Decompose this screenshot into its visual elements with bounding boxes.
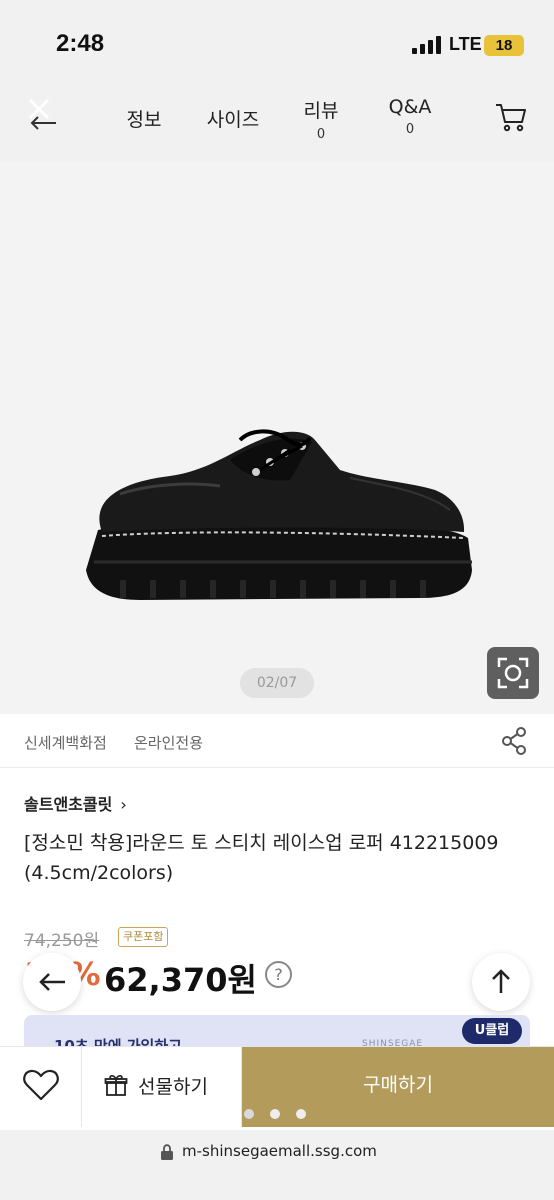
status-bar: 2:48 LTE 18 <box>0 0 554 90</box>
battery-icon: 18 <box>484 35 524 56</box>
tab-review[interactable]: 리뷰 0 <box>298 96 344 142</box>
signal-icon <box>412 36 442 54</box>
tab-qna-label: Q&A <box>388 96 432 118</box>
url-text: m-shinsegaemall.ssg.com <box>182 1142 377 1160</box>
share-icon[interactable] <box>500 726 528 756</box>
network-type: LTE <box>449 34 482 54</box>
cart-icon[interactable] <box>494 102 528 132</box>
gift-label: 선물하기 <box>138 1076 208 1098</box>
back-close-icon[interactable] <box>22 94 62 134</box>
chevron-right-icon: › <box>120 795 127 814</box>
store-info-row: 신세계백화점 온라인전용 <box>0 714 554 768</box>
tab-size-label: 사이즈 <box>206 109 260 131</box>
page-dot <box>270 1109 280 1119</box>
page-dot <box>296 1109 306 1119</box>
scroll-top-button[interactable] <box>472 953 530 1011</box>
product-nav: 정보 사이즈 리뷰 0 Q&A 0 <box>0 90 554 162</box>
status-time: 2:48 <box>56 30 105 57</box>
brand-name: 솔트앤초콜릿 <box>24 795 113 814</box>
tab-info-label: 정보 <box>126 109 162 131</box>
coupon-included-badge: 쿠폰포함 <box>118 927 169 947</box>
store-name[interactable]: 신세계백화점 <box>24 732 107 753</box>
product-shoe-image <box>86 429 472 600</box>
arrow-left-icon <box>39 973 65 991</box>
gift-icon <box>104 1075 128 1096</box>
tab-qna[interactable]: Q&A 0 <box>383 96 437 137</box>
buy-button[interactable]: 구매하기 <box>242 1047 554 1127</box>
back-arrow-button[interactable] <box>23 953 81 1011</box>
page-dot-active <box>244 1109 254 1119</box>
tab-size[interactable]: 사이즈 <box>200 105 266 132</box>
tab-review-count: 0 <box>316 127 326 142</box>
tab-qna-count: 0 <box>405 122 415 137</box>
browser-url-bar[interactable]: m-shinsegaemall.ssg.com <box>0 1130 554 1200</box>
heart-icon <box>23 1069 59 1101</box>
camera-search-icon[interactable] <box>487 647 539 699</box>
gallery-page-indicator: 02/07 <box>240 668 314 698</box>
original-price: 74,250원 <box>24 931 100 951</box>
brand-link[interactable]: 솔트앤초콜릿 › <box>24 791 127 815</box>
product-title: [정소민 착용]라운드 토 스티치 레이스업 로퍼 412215009 (4.5… <box>24 832 499 884</box>
bottom-action-bar: 선물하기 구매하기 <box>0 1046 554 1130</box>
product-image-gallery[interactable]: 02/07 <box>0 162 554 714</box>
tab-review-label: 리뷰 <box>303 100 339 122</box>
sale-price: 62,370원 <box>104 961 257 999</box>
uclub-badge: U클럽 <box>462 1018 522 1044</box>
wishlist-button[interactable] <box>0 1047 82 1127</box>
online-only-tag: 온라인전용 <box>134 734 204 752</box>
price-help-icon[interactable]: ? <box>265 961 292 988</box>
tab-info[interactable]: 정보 <box>122 105 166 132</box>
gift-button[interactable]: 선물하기 <box>82 1047 242 1127</box>
arrow-up-icon <box>492 969 510 993</box>
lock-icon <box>161 1144 173 1160</box>
